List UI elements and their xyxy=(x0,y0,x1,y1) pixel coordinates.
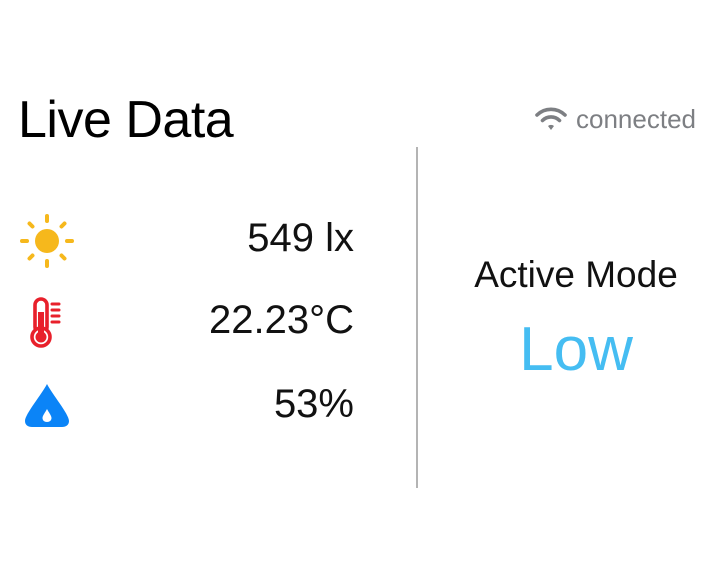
vertical-divider xyxy=(416,147,418,488)
thermometer-icon xyxy=(20,296,74,350)
light-value: 549 lx xyxy=(247,216,354,260)
reading-row-humidity: 53% xyxy=(0,374,400,434)
humidity-value: 53% xyxy=(273,382,354,426)
active-mode-label: Active Mode xyxy=(474,254,678,295)
page-title: Live Data xyxy=(18,91,234,149)
sun-icon xyxy=(20,214,74,268)
wifi-icon xyxy=(534,106,568,132)
connection-status-text: connected xyxy=(576,104,696,134)
reading-row-light: 549 lx xyxy=(0,208,400,268)
active-mode-value: Low xyxy=(519,315,633,384)
water-drop-icon xyxy=(20,380,74,434)
connection-status: connected xyxy=(534,104,696,134)
temperature-value: 22.23°C xyxy=(209,298,354,342)
reading-row-temperature: 22.23°C xyxy=(0,290,400,350)
